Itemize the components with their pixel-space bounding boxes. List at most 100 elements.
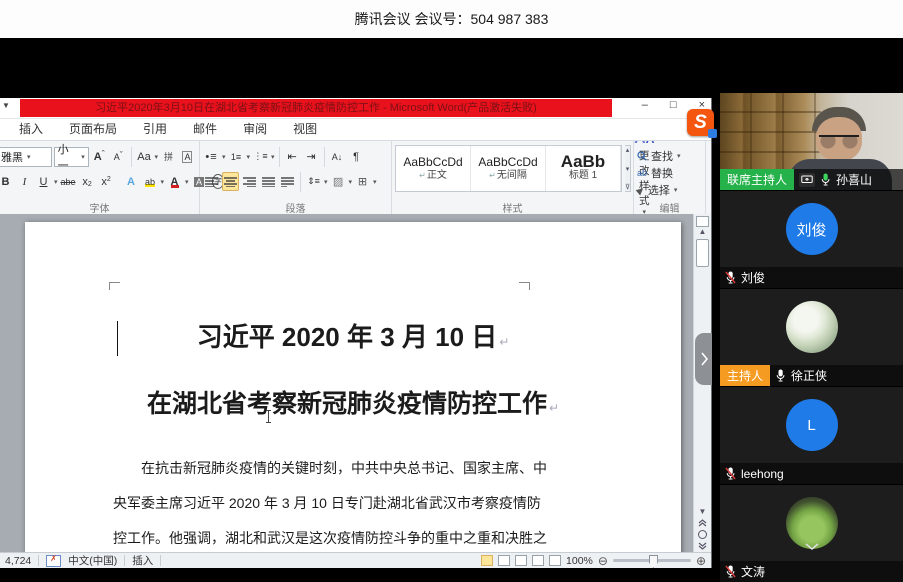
justify-button[interactable] (260, 172, 277, 191)
maximize-button[interactable]: □ (670, 99, 677, 111)
replace-icon: ab (637, 168, 647, 178)
doc-body-line: 控工作。他强调，湖北和武汉是这次疫情防控斗争的重中之重和决胜之 (113, 521, 593, 552)
numbering-icon[interactable] (228, 147, 245, 166)
zoom-slider[interactable] (613, 559, 691, 562)
mic-muted-icon (725, 467, 736, 480)
bullets-icon[interactable] (203, 147, 220, 166)
participant-name: leehong (741, 467, 784, 481)
scroll-up-icon[interactable]: ▲ (699, 227, 707, 236)
quick-access-arrow-icon[interactable]: ▼ (2, 101, 10, 110)
zoom-level[interactable]: 100% (566, 555, 593, 567)
participant-name: 刘俊 (741, 269, 765, 286)
distribute-button[interactable] (279, 172, 296, 191)
replace-button[interactable]: ab 替换 (637, 166, 702, 181)
mic-on-icon (820, 173, 831, 186)
spellcheck-icon[interactable] (46, 555, 61, 567)
sogou-input-icon[interactable]: S (687, 109, 714, 136)
next-page-icon[interactable] (698, 542, 707, 550)
chevron-right-icon (700, 352, 708, 366)
cohost-badge: 联席主持人 (720, 169, 794, 190)
participant-tile[interactable]: 主持人 徐正侠 (720, 289, 903, 386)
align-right-button[interactable] (241, 172, 258, 191)
language-indicator[interactable]: 中文(中国) (68, 553, 117, 568)
borders-icon[interactable] (354, 172, 371, 191)
document-page[interactable]: 习近平 2020 年 3 月 10 日 在湖北省考察新冠肺炎疫情防控工作 在抗击… (25, 222, 681, 552)
sort-icon[interactable] (329, 147, 346, 166)
avatar: 刘俊 (786, 203, 838, 255)
multilevel-list-icon[interactable] (252, 147, 269, 166)
tab-page-layout[interactable]: 页面布局 (56, 119, 130, 140)
word-title: 习近平2020年3月10日在湖北省考察新冠肺炎疫情防控工作 - Microsof… (20, 99, 612, 117)
tab-mailings[interactable]: 邮件 (180, 119, 230, 140)
find-button[interactable]: 查找▾ (637, 149, 702, 164)
participant-namebar: 文涛 (720, 561, 903, 582)
view-fullscreen-button[interactable] (498, 555, 510, 566)
strikethrough-button[interactable] (60, 172, 77, 191)
superscript-button[interactable] (98, 172, 115, 191)
browse-object-icon[interactable] (698, 530, 707, 539)
subscript-button[interactable] (79, 172, 96, 191)
font-color-icon[interactable] (166, 172, 183, 191)
zoom-out-icon[interactable]: ⊖ (598, 554, 608, 568)
scrollbar-thumb[interactable] (696, 239, 709, 267)
style-item-no-spacing[interactable]: AaBbCcDd 无间隔 (471, 146, 546, 191)
tab-insert[interactable]: 插入 (6, 119, 56, 140)
underline-button[interactable] (35, 172, 52, 191)
doc-body-line: 央军委主席习近平 2020 年 3 月 10 日专门赴湖北省武汉市考察疫情防 (113, 486, 593, 521)
ruler-toggle-icon[interactable] (696, 216, 709, 227)
styles-gallery-scroll[interactable]: ▴▾⊽ (625, 145, 631, 192)
phonetic-guide-icon[interactable] (160, 147, 177, 166)
tab-review[interactable]: 审阅 (230, 119, 280, 140)
align-center-button[interactable] (222, 172, 239, 191)
previous-page-icon[interactable] (698, 519, 707, 527)
meeting-id-text: 腾讯会议 会议号：504 987 383 (355, 9, 549, 29)
grow-font-icon[interactable] (91, 147, 108, 166)
select-button[interactable]: ▶ 选择▾ (637, 183, 702, 198)
align-left-button[interactable] (203, 172, 220, 191)
participant-namebar: 主持人 徐正侠 (720, 365, 903, 386)
line-spacing-icon[interactable] (305, 172, 322, 191)
insert-mode-indicator[interactable]: 插入 (132, 553, 153, 568)
editing-group: 查找▾ ab 替换 ▶ 选择▾ 编辑 (634, 141, 706, 215)
view-web-layout-button[interactable] (515, 555, 527, 566)
word-titlebar: ▼ 习近平2020年3月10日在湖北省考察新冠肺炎疫情防控工作 - Micros… (0, 98, 711, 119)
tab-references[interactable]: 引用 (130, 119, 180, 140)
participant-namebar: leehong (720, 463, 903, 484)
increase-indent-icon[interactable] (303, 147, 320, 166)
chevron-down-icon[interactable] (804, 538, 820, 556)
participant-tile[interactable]: L leehong (720, 387, 903, 484)
participant-tile[interactable]: 刘俊 刘俊 (720, 191, 903, 288)
style-item-heading1[interactable]: AaBb 标题 1 (546, 146, 621, 191)
paragraph-group: ▾ ▾ ▾ (200, 141, 392, 215)
font-name-select[interactable]: 雅黑▾ (0, 147, 52, 167)
bold-button[interactable] (0, 172, 14, 191)
character-border-icon[interactable] (179, 147, 196, 166)
styles-gallery: AaBbCcDd 正文 AaBbCcDd 无间隔 AaBb 标题 1 (395, 145, 622, 192)
change-case-icon[interactable] (135, 147, 152, 166)
screen: 腾讯会议 会议号：504 987 383 ▼ 习近平2020年3月10日在湖北省… (0, 0, 903, 582)
zoom-slider-thumb[interactable] (649, 555, 658, 568)
view-draft-button[interactable] (549, 555, 561, 566)
view-print-layout-button[interactable] (481, 555, 493, 566)
minimize-button[interactable]: – (642, 99, 648, 111)
scroll-down-icon[interactable]: ▼ (699, 507, 707, 516)
participant-tile[interactable]: 文涛 (720, 485, 903, 582)
view-outline-button[interactable] (532, 555, 544, 566)
italic-button[interactable] (16, 172, 33, 191)
shrink-font-icon[interactable] (110, 147, 127, 166)
font-size-select[interactable]: 小一▾ (54, 147, 89, 167)
participant-tile[interactable]: 联席主持人 孙喜山 (720, 93, 903, 190)
style-item-normal[interactable]: AaBbCcDd 正文 (396, 146, 471, 191)
tab-view[interactable]: 视图 (280, 119, 330, 140)
show-marks-icon[interactable] (348, 147, 365, 166)
text-effects-icon[interactable] (123, 172, 140, 191)
zoom-in-icon[interactable]: ⊕ (696, 554, 706, 568)
participant-name: 徐正侠 (791, 367, 827, 384)
word-count[interactable]: 4,724 (5, 555, 31, 567)
highlight-color-icon[interactable] (142, 172, 159, 191)
shading-icon[interactable] (330, 172, 347, 191)
decrease-indent-icon[interactable] (284, 147, 301, 166)
word-window: ▼ 习近平2020年3月10日在湖北省考察新冠肺炎疫情防控工作 - Micros… (0, 98, 712, 568)
doc-title-line2: 在湖北省考察新冠肺炎疫情防控工作 (113, 361, 593, 425)
panel-collapse-handle[interactable] (695, 333, 712, 385)
